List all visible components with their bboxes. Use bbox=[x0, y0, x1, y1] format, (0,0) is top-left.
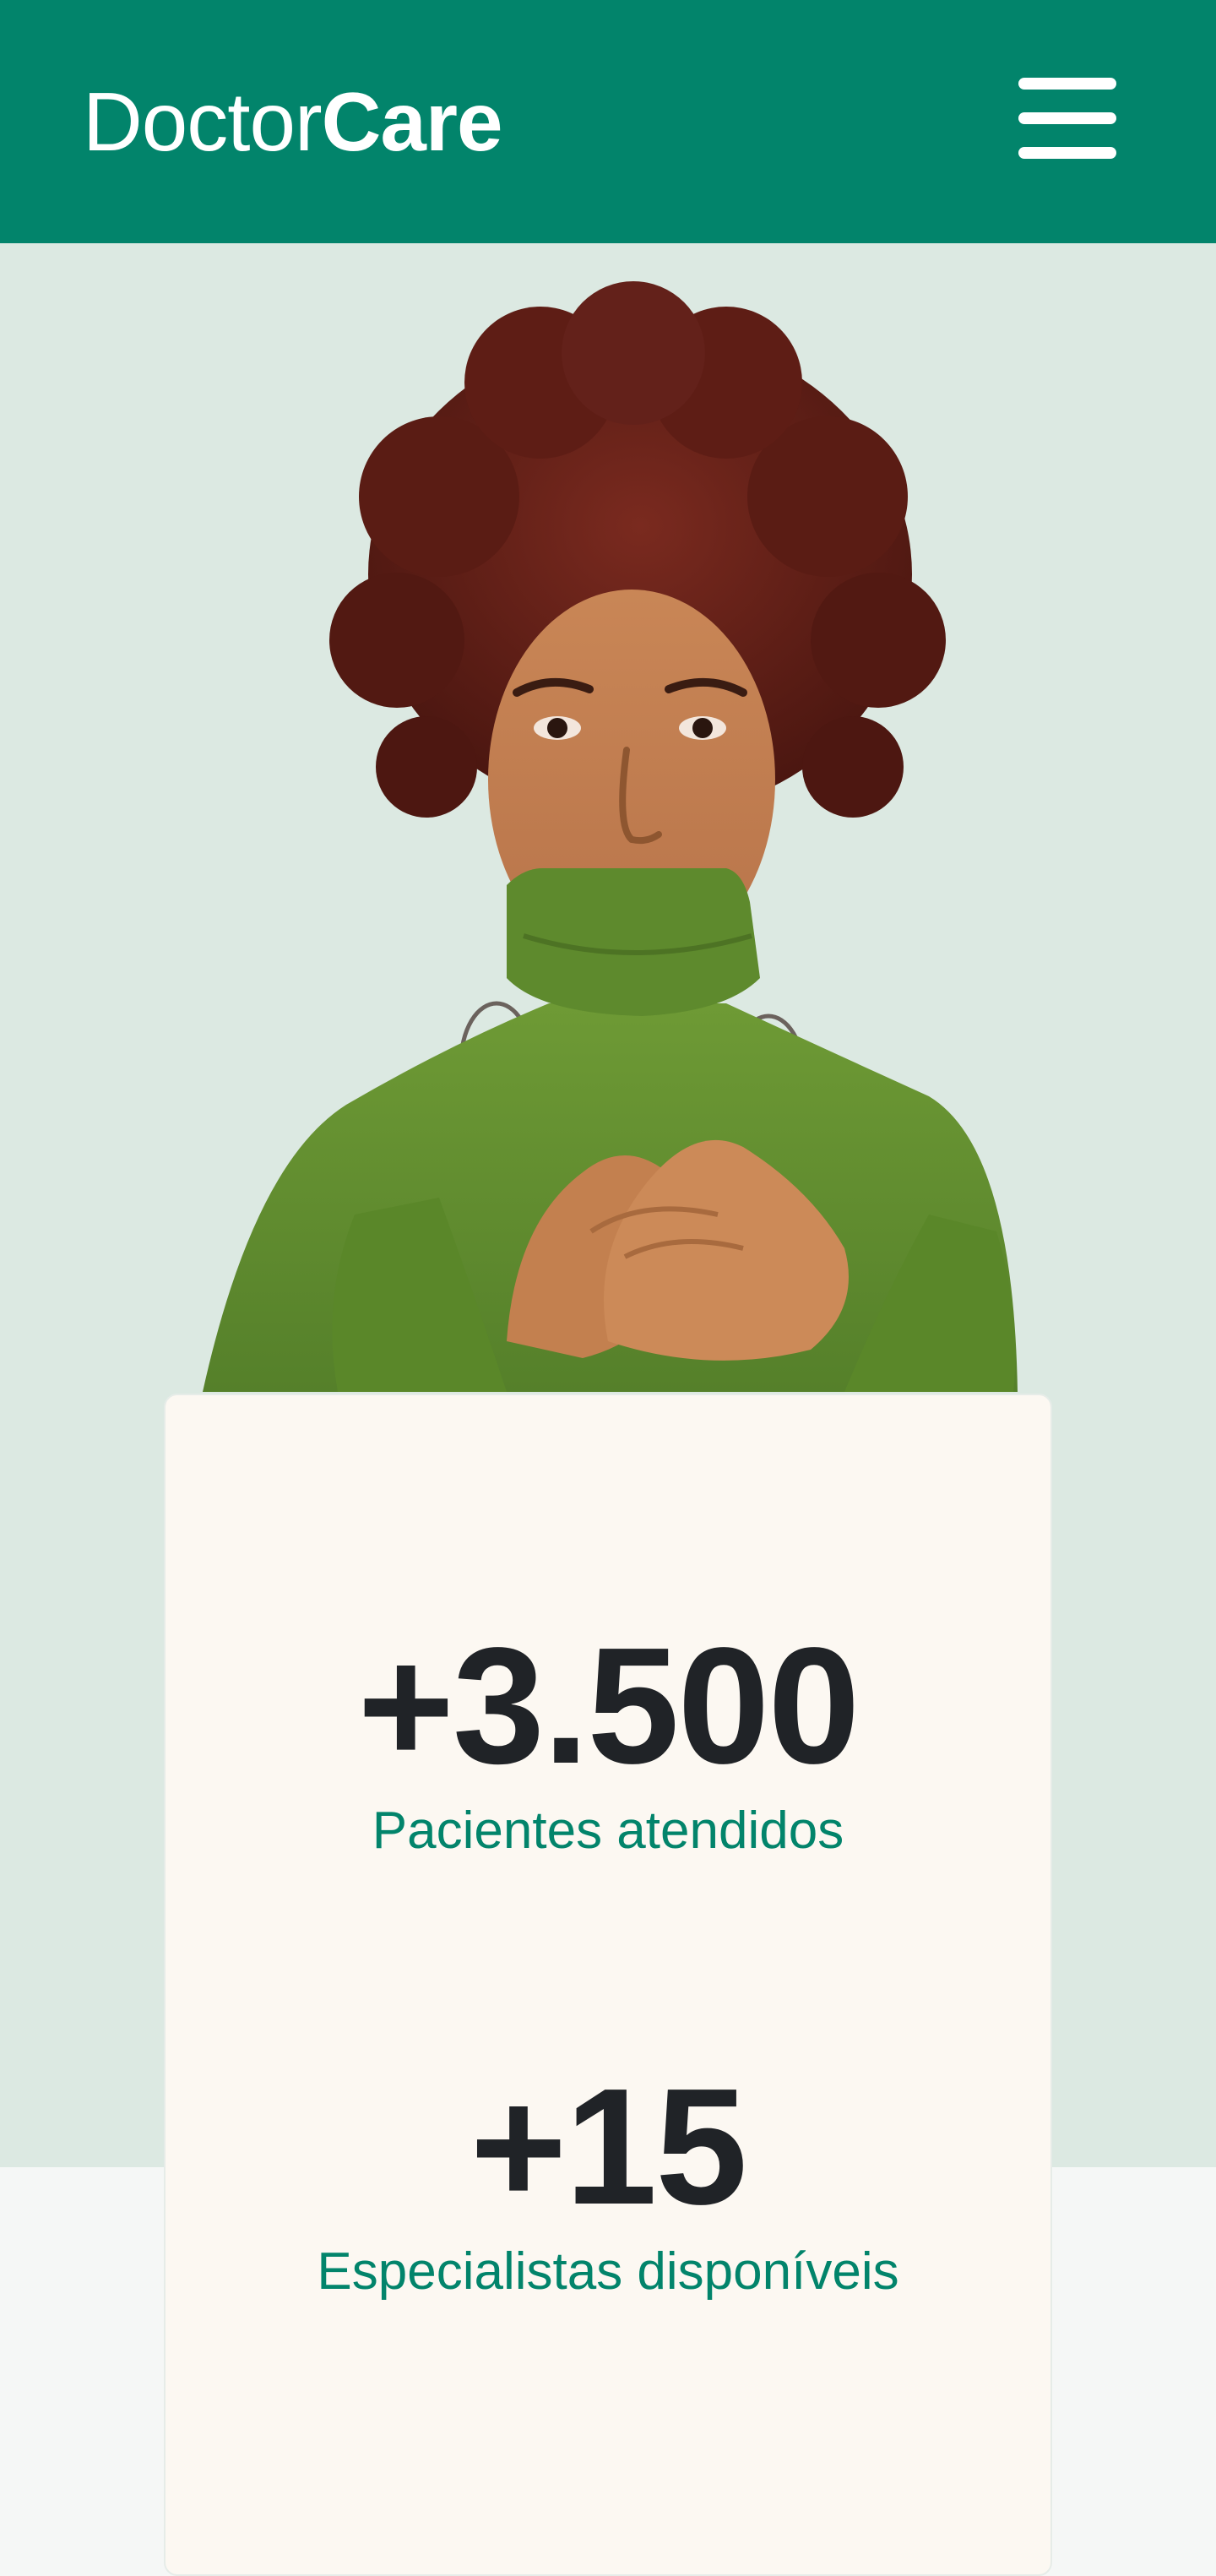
stats-card: +3.500 Pacientes atendidos +15 Especiali… bbox=[164, 1394, 1052, 2576]
menu-bar-bottom bbox=[1018, 147, 1116, 159]
hero-image bbox=[203, 281, 1018, 1392]
logo[interactable]: DoctorCare bbox=[83, 74, 503, 169]
stat-value: +3.500 bbox=[357, 1613, 860, 1798]
logo-text-care: Care bbox=[321, 75, 503, 168]
menu-bar-middle bbox=[1018, 112, 1116, 124]
stat-value: +15 bbox=[470, 2054, 747, 2239]
logo-text-doctor: Doctor bbox=[83, 75, 323, 168]
stat-patients: +3.500 Pacientes atendidos bbox=[166, 1613, 1050, 1863]
site-header: DoctorCare bbox=[0, 0, 1216, 243]
stat-label: Especialistas disponíveis bbox=[317, 2242, 899, 2301]
stat-label: Pacientes atendidos bbox=[372, 1802, 844, 1860]
stat-specialists: +15 Especialistas disponíveis bbox=[166, 2054, 1050, 2304]
menu-bar-top bbox=[1018, 78, 1116, 90]
menu-button[interactable] bbox=[1018, 74, 1116, 162]
